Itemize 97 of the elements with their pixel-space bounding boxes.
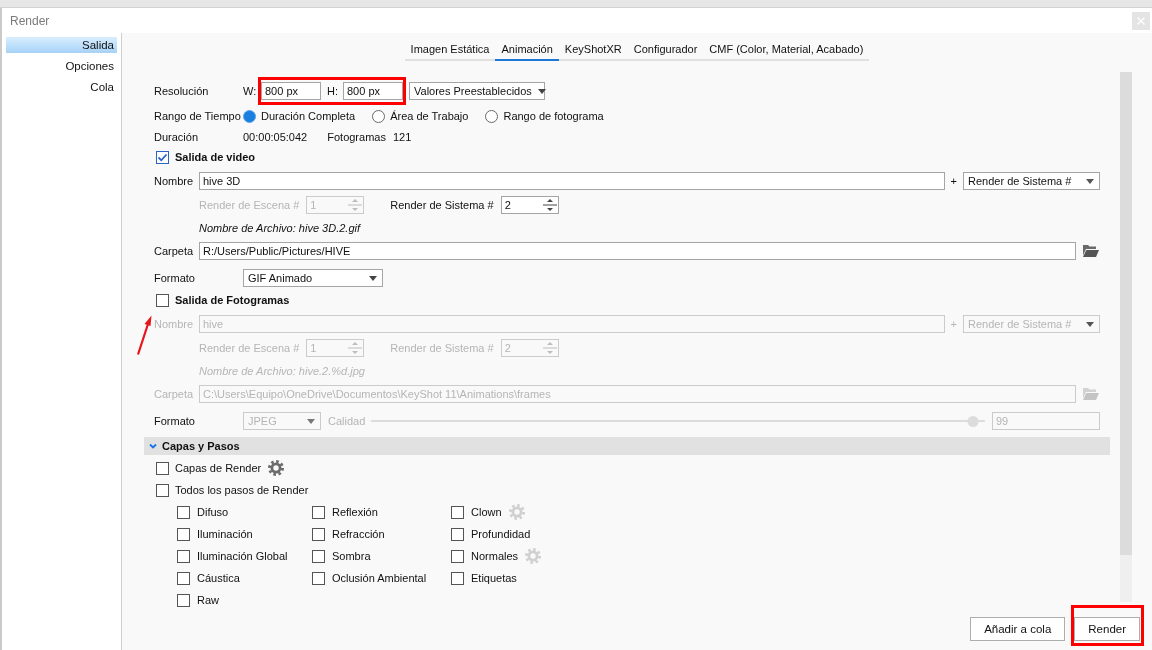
plus-sign: + — [950, 175, 957, 187]
checkbox-label[interactable]: Profundidad — [471, 528, 531, 540]
close-icon — [1137, 16, 1145, 25]
checkbox[interactable] — [312, 549, 325, 563]
spinner-arrows-icon — [541, 340, 558, 356]
checkbox[interactable] — [156, 150, 169, 164]
checkbox[interactable] — [177, 549, 190, 563]
radio-button[interactable] — [243, 109, 256, 123]
name-field[interactable]: hive 3D — [199, 172, 945, 190]
checkbox-label[interactable]: Oclusión Ambiental — [332, 572, 427, 584]
caret-icon — [369, 275, 377, 281]
spinner-arrows-icon — [541, 197, 558, 213]
height-field[interactable]: 800 px — [343, 82, 403, 100]
window-title: Render — [10, 13, 50, 28]
checkbox[interactable] — [177, 593, 190, 607]
gear-icon[interactable] — [267, 459, 286, 477]
checkbox-label[interactable]: Sombra — [332, 550, 371, 562]
tab[interactable]: Configurador — [627, 39, 704, 61]
checkbox-label[interactable]: Reflexión — [332, 506, 378, 518]
checkbox[interactable] — [312, 571, 325, 585]
tab[interactable]: Animación — [495, 39, 559, 61]
sidebar-item[interactable]: Cola — [6, 79, 117, 95]
presets-dropdown[interactable]: Valores Preestablecidos — [409, 82, 545, 100]
checkbox[interactable] — [451, 571, 464, 585]
field-label: Nombre — [154, 318, 195, 330]
width-field[interactable]: 800 px — [261, 82, 321, 100]
checkbox[interactable] — [451, 527, 464, 541]
filename-preview: Nombre de Archivo: hive.2.%d.jpg — [199, 365, 365, 377]
checkbox[interactable] — [312, 505, 325, 519]
field-label: Render de Sistema # — [390, 342, 494, 354]
checkbox-label[interactable]: Difuso — [197, 506, 229, 518]
checkbox-label[interactable]: Clown — [471, 506, 502, 518]
radio-label[interactable]: Rango de fotograma — [503, 110, 604, 122]
field-label: Resolución — [154, 85, 210, 97]
field-label: Calidad — [328, 415, 366, 427]
frames-value: 121 — [392, 131, 412, 143]
checkbox-label[interactable]: Normales — [471, 550, 519, 562]
checkbox[interactable] — [312, 527, 325, 541]
checkbox-label[interactable]: Salida de Fotogramas — [175, 294, 290, 306]
duration-value: 00:00:05:042 — [243, 131, 308, 143]
checkbox[interactable] — [156, 483, 169, 497]
radio-label[interactable]: Duración Completa — [261, 110, 356, 122]
field-label: H: — [327, 85, 338, 97]
checkbox-label[interactable]: Iluminación — [197, 528, 253, 540]
field-label: Rango de Tiempo — [154, 110, 242, 122]
field-label: Carpeta — [154, 388, 195, 400]
checkbox[interactable] — [156, 461, 169, 475]
checkbox[interactable] — [177, 505, 190, 519]
checkbox[interactable] — [156, 293, 169, 307]
radio-label[interactable]: Área de Trabajo — [390, 110, 469, 122]
caret-icon — [307, 418, 315, 424]
caret-icon — [537, 88, 546, 94]
field-label: Formato — [154, 272, 196, 284]
radio-button[interactable] — [372, 109, 386, 123]
number-spinner[interactable]: 2 — [500, 196, 559, 214]
checkbox[interactable] — [177, 571, 190, 585]
tab[interactable]: CMF (Color, Material, Acabado) — [703, 39, 870, 61]
plus-sign: + — [950, 318, 957, 330]
folder-field[interactable]: R:/Users/Public/Pictures/HIVE — [199, 242, 1076, 260]
field-label: Render de Sistema # — [390, 199, 494, 211]
checkbox-label[interactable]: Refracción — [332, 528, 385, 540]
checkbox-label[interactable]: Cáustica — [197, 572, 240, 584]
caret-icon — [1086, 178, 1094, 184]
checkbox[interactable] — [451, 549, 464, 563]
folder-icon[interactable] — [1083, 245, 1099, 257]
checkbox-label[interactable]: Salida de video — [175, 151, 256, 163]
checkmark-icon — [157, 151, 168, 163]
format-dropdown[interactable]: GIF Animado — [243, 269, 383, 287]
add-to-queue-button[interactable]: Añadir a cola — [970, 617, 1066, 641]
tab[interactable]: Imagen Estática — [404, 39, 496, 61]
suffix-dropdown[interactable]: Render de Sistema # — [963, 172, 1100, 190]
caret-icon — [1086, 321, 1094, 327]
field-label: Duración — [154, 131, 200, 143]
checkbox-label[interactable]: Etiquetas — [471, 572, 517, 584]
checkbox-label[interactable]: Iluminación Global — [197, 550, 288, 562]
field-label: Nombre — [154, 175, 195, 187]
tab[interactable]: KeyShotXR — [558, 39, 628, 61]
section-header[interactable]: Capas y Pasos — [144, 437, 1110, 455]
field-label: Formato — [154, 415, 196, 427]
checkbox-label[interactable]: Capas de Render — [175, 462, 262, 474]
checkbox[interactable] — [451, 505, 464, 519]
field-label: Render de Escena # — [199, 342, 300, 354]
spinner-arrows-icon — [347, 340, 364, 356]
sidebar-item[interactable]: Opciones — [6, 58, 117, 74]
spinner-arrows-icon — [347, 197, 364, 213]
field-label: Carpeta — [154, 245, 195, 257]
radio-button[interactable] — [485, 109, 499, 123]
render-button[interactable]: Render — [1074, 617, 1140, 641]
sidebar-item[interactable]: Salida — [6, 37, 117, 53]
section-title: Capas y Pasos — [162, 440, 240, 452]
checkbox-label[interactable]: Raw — [197, 594, 219, 606]
field-label: W: — [243, 85, 258, 97]
field-label: Render de Escena # — [199, 199, 300, 211]
field-label: Fotogramas — [327, 131, 386, 143]
checkbox[interactable] — [177, 527, 190, 541]
checkbox-label[interactable]: Todos los pasos de Render — [175, 484, 309, 496]
filename-preview: Nombre de Archivo: hive 3D.2.gif — [199, 222, 360, 234]
